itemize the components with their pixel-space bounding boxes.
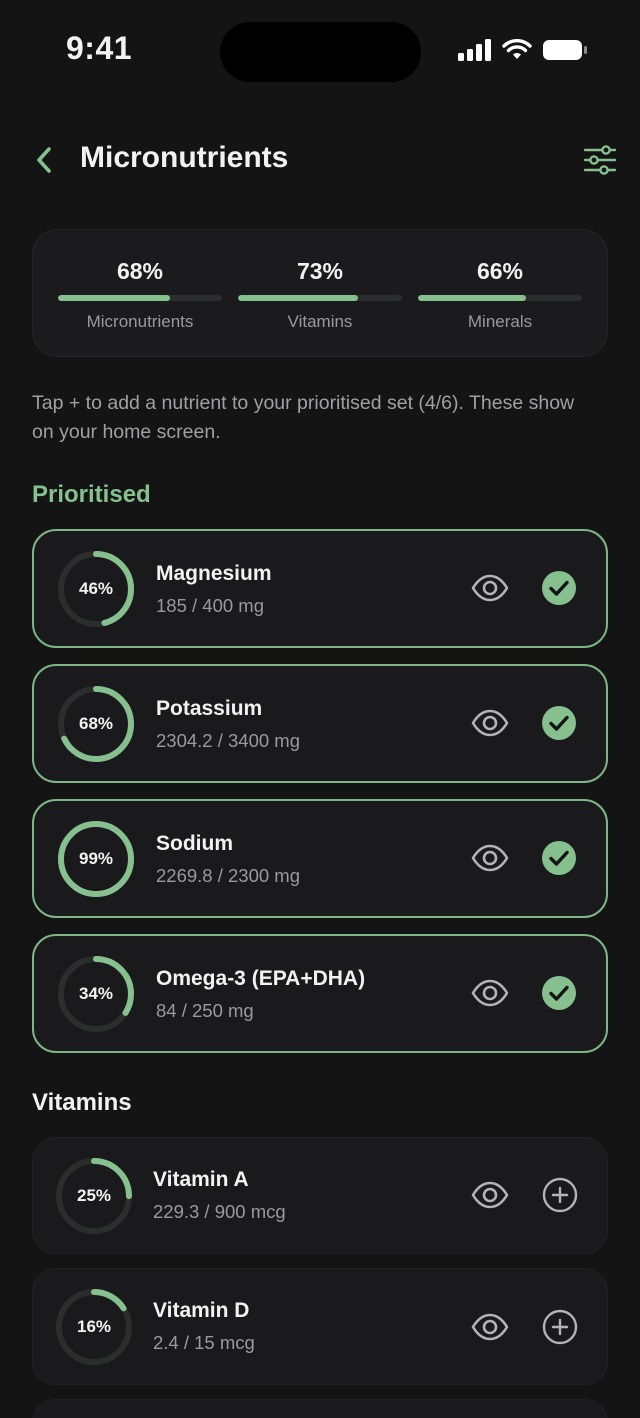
summary-card: 68% Micronutrients 73% Vitamins 66% Mine… bbox=[32, 229, 608, 357]
view-button[interactable] bbox=[470, 1175, 510, 1215]
summary-minerals: 66% Minerals bbox=[418, 258, 582, 332]
view-button[interactable] bbox=[470, 703, 510, 743]
summary-value: 66% bbox=[476, 258, 524, 284]
section-title-prioritised: Prioritised bbox=[32, 481, 151, 508]
view-button[interactable] bbox=[470, 1307, 510, 1347]
chevron-left-icon bbox=[37, 147, 51, 173]
nutrient-name: Vitamin A bbox=[153, 1168, 249, 1191]
nutrient-card[interactable]: 99% Sodium 2269.8 / 2300 mg bbox=[32, 799, 608, 918]
plus-circle-icon bbox=[542, 1309, 578, 1345]
summary-label: Micronutrients bbox=[86, 312, 194, 331]
progress-percent: 68% bbox=[78, 714, 114, 733]
summary-label: Minerals bbox=[467, 312, 533, 331]
nutrient-amount: 2304.2 / 3400 mg bbox=[156, 730, 300, 751]
signal-icon bbox=[458, 39, 491, 61]
nutrient-name: Omega-3 (EPA+DHA) bbox=[156, 967, 366, 990]
eye-icon bbox=[471, 979, 509, 1007]
nutrient-card[interactable]: 46% Magnesium 185 / 400 mg bbox=[32, 529, 608, 648]
prioritised-check-button[interactable] bbox=[540, 974, 578, 1012]
summary-progress-bar bbox=[238, 295, 402, 301]
nutrient-card[interactable]: 25% Vitamin A 229.3 / 900 mcg bbox=[32, 1137, 608, 1254]
back-button[interactable] bbox=[28, 142, 60, 178]
summary-micronutrients: 68% Micronutrients bbox=[58, 258, 222, 332]
nutrient-amount: 2269.8 / 2300 mg bbox=[156, 865, 300, 886]
eye-icon bbox=[471, 709, 509, 737]
summary-progress-bar bbox=[418, 295, 582, 301]
progress-percent: 99% bbox=[78, 849, 114, 868]
nutrient-card[interactable] bbox=[32, 1399, 608, 1418]
nutrient-amount: 229.3 / 900 mcg bbox=[153, 1201, 286, 1222]
prioritised-check-button[interactable] bbox=[540, 569, 578, 607]
add-to-prioritised-button[interactable] bbox=[541, 1308, 579, 1346]
view-button[interactable] bbox=[470, 568, 510, 608]
nutrient-card[interactable]: 16% Vitamin D 2.4 / 15 mcg bbox=[32, 1268, 608, 1385]
summary-progress-bar bbox=[58, 295, 222, 301]
section-title-vitamins: Vitamins bbox=[32, 1089, 132, 1116]
dynamic-island bbox=[220, 22, 421, 82]
plus-circle-icon bbox=[542, 1177, 578, 1213]
view-button[interactable] bbox=[470, 838, 510, 878]
progress-percent: 16% bbox=[76, 1317, 112, 1336]
check-circle-icon bbox=[542, 976, 576, 1010]
summary-label: Vitamins bbox=[287, 312, 353, 331]
summary-vitamins: 73% Vitamins bbox=[238, 258, 402, 332]
eye-icon bbox=[471, 574, 509, 602]
add-to-prioritised-button[interactable] bbox=[541, 1176, 579, 1214]
progress-ring: 46% bbox=[56, 549, 136, 629]
wifi-icon bbox=[502, 39, 532, 59]
summary-progress-fill bbox=[238, 295, 358, 301]
check-circle-icon bbox=[542, 571, 576, 605]
nutrient-name: Potassium bbox=[156, 697, 263, 720]
prioritised-check-button[interactable] bbox=[540, 704, 578, 742]
hint-text: Tap + to add a nutrient to your prioriti… bbox=[32, 392, 575, 443]
page-title: Micronutrients bbox=[80, 141, 289, 174]
nutrient-card[interactable]: 34% Omega-3 (EPA+DHA) 84 / 250 mg bbox=[32, 934, 608, 1053]
eye-icon bbox=[471, 844, 509, 872]
nutrient-amount: 84 / 250 mg bbox=[156, 1000, 254, 1021]
summary-progress-fill bbox=[418, 295, 527, 301]
progress-ring: 25% bbox=[54, 1156, 134, 1236]
summary-value: 68% bbox=[116, 258, 164, 284]
progress-percent: 34% bbox=[78, 984, 114, 1003]
battery-icon bbox=[543, 40, 587, 60]
filter-button[interactable] bbox=[580, 142, 620, 178]
eye-icon bbox=[471, 1181, 509, 1209]
progress-ring: 99% bbox=[56, 819, 136, 899]
progress-percent: 25% bbox=[76, 1186, 112, 1205]
status-icons bbox=[458, 38, 588, 62]
nutrient-name: Magnesium bbox=[156, 562, 272, 585]
check-circle-icon bbox=[542, 841, 576, 875]
nutrient-name: Vitamin D bbox=[153, 1299, 250, 1322]
progress-percent: 46% bbox=[78, 579, 114, 598]
nutrient-card[interactable]: 68% Potassium 2304.2 / 3400 mg bbox=[32, 664, 608, 783]
status-bar: 9:41 bbox=[0, 0, 640, 100]
check-circle-icon bbox=[542, 706, 576, 740]
nutrient-amount: 185 / 400 mg bbox=[156, 595, 264, 616]
eye-icon bbox=[471, 1313, 509, 1341]
status-time: 9:41 bbox=[66, 30, 133, 66]
nutrient-name: Sodium bbox=[156, 832, 233, 855]
header: Micronutrients bbox=[0, 128, 640, 192]
summary-value: 73% bbox=[296, 258, 344, 284]
progress-ring: 16% bbox=[54, 1287, 134, 1367]
prioritised-check-button[interactable] bbox=[540, 839, 578, 877]
progress-ring: 68% bbox=[56, 684, 136, 764]
summary-progress-fill bbox=[58, 295, 170, 301]
nutrient-amount: 2.4 / 15 mcg bbox=[153, 1332, 255, 1353]
sliders-icon bbox=[583, 145, 617, 175]
view-button[interactable] bbox=[470, 973, 510, 1013]
progress-ring: 34% bbox=[56, 954, 136, 1034]
